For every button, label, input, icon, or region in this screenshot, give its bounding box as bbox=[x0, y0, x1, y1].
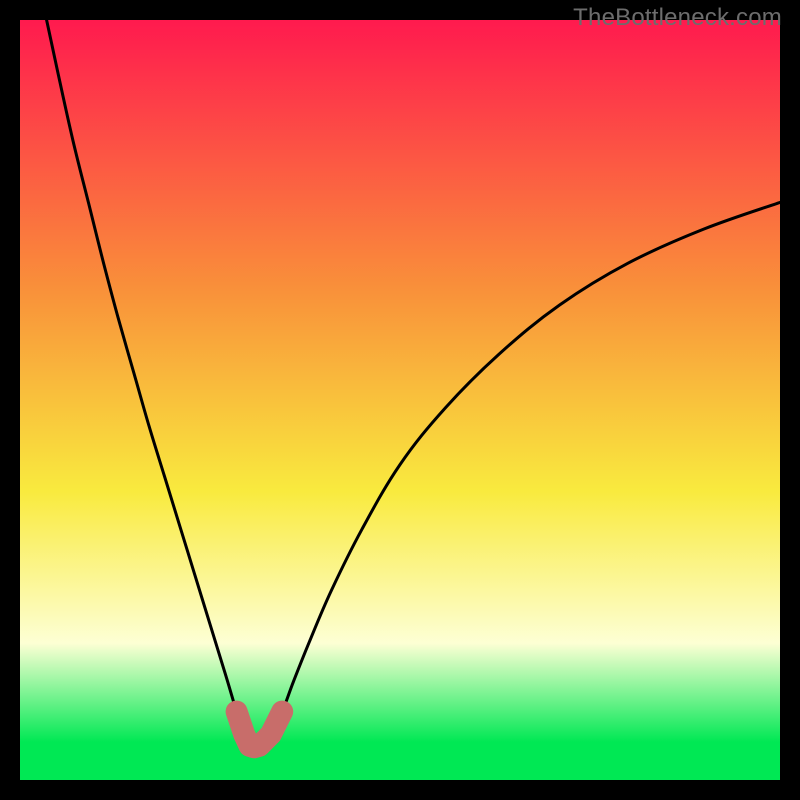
bottleneck-chart bbox=[20, 20, 780, 780]
watermark-text: TheBottleneck.com bbox=[573, 4, 782, 32]
gradient-background bbox=[20, 20, 780, 780]
chart-frame bbox=[20, 20, 780, 780]
